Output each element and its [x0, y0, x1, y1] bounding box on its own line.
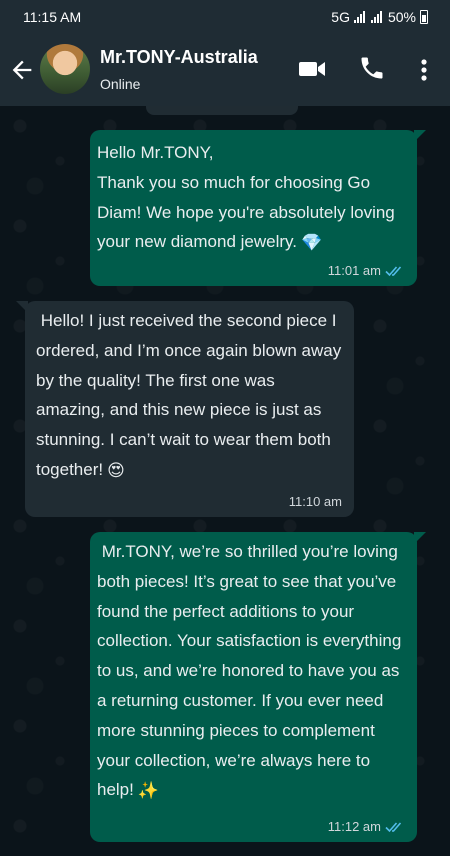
contact-status: Online — [100, 76, 141, 92]
double-check-icon — [385, 822, 402, 833]
status-bar: 11:15 AM 5G 50% — [0, 0, 450, 34]
bubble-tail — [414, 130, 426, 142]
message-text: Hello! I just received the second piece … — [36, 311, 346, 479]
network-type: 5G — [331, 9, 350, 25]
message-time: 11:10 am — [288, 494, 342, 509]
bubble-tail — [414, 532, 426, 544]
status-time: 11:15 AM — [23, 9, 82, 25]
message-meta: 11:12 am — [328, 820, 405, 834]
message-meta: 11:01 am — [328, 264, 405, 278]
status-indicators: 5G 50% — [331, 9, 428, 25]
more-vertical-icon[interactable] — [412, 56, 436, 84]
gem-emoji: 💎 — [301, 233, 323, 252]
heart-eyes-emoji: 😍 — [107, 460, 125, 480]
battery-icon — [420, 10, 428, 24]
double-check-icon — [385, 266, 402, 277]
outgoing-message[interactable]: Mr.TONY, we’re so thrilled you’re loving… — [90, 532, 426, 842]
incoming-message[interactable]: Hello! I just received the second piece … — [16, 301, 354, 517]
message-time: 11:01 am — [327, 263, 381, 278]
phone-icon[interactable] — [358, 54, 386, 82]
signal-icon — [370, 11, 382, 23]
sparkles-emoji: ✨ — [137, 780, 160, 800]
contact-name[interactable]: Mr.TONY-Australia — [100, 47, 258, 68]
chat-header: Mr.TONY-Australia Online — [0, 34, 450, 106]
bubble-tail — [16, 301, 28, 313]
outgoing-message[interactable]: Hello Mr.TONY, Thank you so much for cho… — [90, 130, 426, 286]
back-arrow-icon[interactable] — [8, 56, 36, 84]
avatar[interactable] — [40, 44, 90, 94]
message-time: 11:12 am — [327, 819, 381, 834]
battery-percent: 50% — [387, 9, 416, 25]
signal-icon — [353, 11, 365, 23]
message-text: Hello Mr.TONY, Thank you so much for cho… — [97, 143, 395, 252]
previous-message-edge — [146, 106, 298, 115]
chat-area[interactable]: Hello Mr.TONY, Thank you so much for cho… — [0, 106, 450, 856]
video-call-icon[interactable] — [297, 56, 327, 82]
message-text: Mr.TONY, we’re so thrilled you’re loving… — [97, 542, 407, 800]
message-meta: 11:10 am — [289, 495, 342, 509]
